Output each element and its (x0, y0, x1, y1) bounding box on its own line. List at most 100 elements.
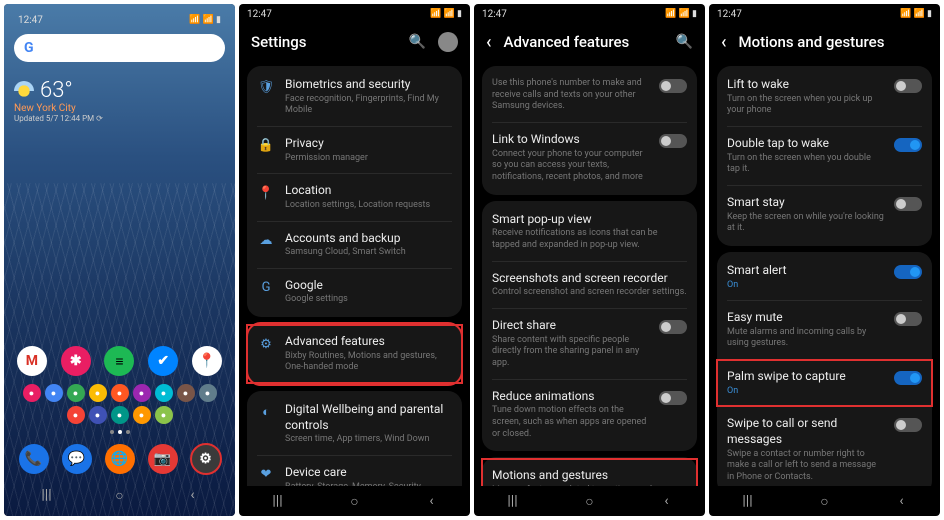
list-item[interactable]: Use this phone's number to make and rece… (482, 68, 697, 122)
toggle-switch[interactable] (894, 79, 922, 93)
row-title: Lift to wake (727, 77, 884, 93)
settings-app-icon[interactable]: ⚙ (191, 444, 221, 474)
dock-icon[interactable]: 💬 (62, 444, 92, 474)
list-item[interactable]: Double tap to wakeTurn on the screen whe… (717, 127, 932, 185)
app-icon[interactable]: ✔ (148, 346, 178, 376)
back-button[interactable]: ‹ (183, 487, 203, 503)
toggle-switch[interactable] (659, 79, 687, 93)
list-item[interactable]: Reduce animationsTune down motion effect… (482, 380, 697, 450)
toggle-switch[interactable] (659, 320, 687, 334)
app-icon[interactable]: ● (111, 406, 129, 424)
home-button[interactable]: ○ (580, 493, 600, 510)
row-icon: ◐ (257, 403, 275, 421)
nav-bar: ||| ○ ‹ (474, 486, 705, 516)
google-search-bar[interactable]: G (14, 34, 225, 62)
list-item[interactable]: 🛡Biometrics and securityFace recognition… (247, 68, 462, 126)
list-item[interactable]: Smart stayKeep the screen on while you'r… (717, 186, 932, 244)
dock-icon[interactable]: 🌐 (105, 444, 135, 474)
recents-button[interactable]: ||| (268, 493, 288, 509)
list-item[interactable]: Easy muteMute alarms and incoming calls … (717, 301, 932, 359)
row-title: Screenshots and screen recorder (492, 271, 687, 287)
app-icon[interactable]: ● (133, 384, 151, 402)
back-button[interactable]: ‹ (657, 493, 677, 509)
dock: 📞 💬 🌐 📷 ⚙ (10, 440, 229, 478)
app-icon[interactable]: ● (45, 384, 63, 402)
toggle-switch[interactable] (894, 418, 922, 432)
list-item[interactable]: 📍LocationLocation settings, Location req… (247, 174, 462, 220)
app-icon[interactable]: ● (67, 406, 85, 424)
home-button[interactable]: ○ (345, 493, 365, 510)
back-button[interactable]: ‹ (422, 493, 442, 509)
list-item[interactable]: Swipe to call or send messagesSwipe a co… (717, 407, 932, 486)
dock-icon[interactable]: 📷 (148, 444, 178, 474)
toggle-switch[interactable] (659, 391, 687, 405)
list-item[interactable]: ❤Device careBattery, Storage, Memory, Se… (247, 456, 462, 486)
search-icon[interactable]: 🔍 (676, 34, 693, 50)
toggle-switch[interactable] (894, 138, 922, 152)
app-icon[interactable]: ● (111, 384, 129, 402)
list-item[interactable]: Lift to wakeTurn on the screen when you … (717, 68, 932, 126)
toggle-switch[interactable] (894, 197, 922, 211)
row-icon: 🔒 (257, 137, 275, 155)
app-icon[interactable]: ● (23, 384, 41, 402)
app-icon[interactable]: ● (199, 384, 217, 402)
row-title: Reduce animations (492, 389, 649, 405)
list-item[interactable]: Smart pop-up viewReceive notifications a… (482, 203, 697, 261)
row-title: Privacy (285, 136, 452, 152)
app-icon[interactable]: ● (177, 384, 195, 402)
toggle-switch[interactable] (894, 265, 922, 279)
home-button[interactable]: ○ (110, 487, 130, 504)
home-screen: 12:47 📶 📶 ▮ G 63° New York City Updated … (4, 4, 235, 516)
app-icon[interactable]: ≡ (104, 346, 134, 376)
status-bar: 12:47 📶 📶 ▮ (10, 10, 229, 30)
advanced-list[interactable]: Use this phone's number to make and rece… (474, 60, 705, 486)
back-icon[interactable]: ‹ (486, 32, 492, 53)
settings-list[interactable]: 🛡Biometrics and securityFace recognition… (239, 60, 470, 486)
status-time: 12:47 (18, 15, 43, 26)
app-row: M ✱ ≡ ✔ 📍 (10, 346, 229, 376)
row-subtitle: Use this phone's number to make and rece… (492, 78, 649, 113)
app-folder[interactable]: ●●●●●●●●●●●●●● (10, 384, 229, 424)
settings-screen: 12:47 📶 📶 ▮ Settings 🔍 🛡Biometrics and s… (239, 4, 470, 516)
back-icon[interactable]: ‹ (721, 32, 727, 53)
search-icon[interactable]: 🔍 (409, 34, 426, 50)
app-icon[interactable]: ● (89, 384, 107, 402)
toggle-switch[interactable] (659, 134, 687, 148)
list-item[interactable]: Palm swipe to captureOn (717, 360, 932, 406)
app-icon[interactable]: 📍 (192, 346, 222, 376)
app-icon[interactable]: ● (89, 406, 107, 424)
recents-button[interactable]: ||| (37, 487, 57, 503)
advanced-header: ‹ Advanced features 🔍 (474, 24, 705, 60)
row-icon: G (257, 279, 275, 297)
recents-button[interactable]: ||| (503, 493, 523, 509)
back-button[interactable]: ‹ (892, 493, 912, 509)
profile-avatar[interactable] (438, 32, 458, 52)
list-item[interactable]: ⚙Advanced featuresBixby Routines, Motion… (247, 325, 462, 383)
list-item[interactable]: Smart alertOn (717, 254, 932, 300)
app-icon[interactable]: ● (155, 384, 173, 402)
weather-widget[interactable]: 63° New York City Updated 5/7 12:44 PM ⟳ (14, 78, 225, 123)
list-item[interactable]: Link to WindowsConnect your phone to you… (482, 123, 697, 193)
recents-button[interactable]: ||| (738, 493, 758, 509)
app-icon[interactable]: ● (67, 384, 85, 402)
toggle-switch[interactable] (894, 371, 922, 385)
motions-list[interactable]: Lift to wakeTurn on the screen when you … (709, 60, 940, 486)
list-item[interactable]: ◐Digital Wellbeing and parental controls… (247, 393, 462, 455)
list-item[interactable]: Screenshots and screen recorderControl s… (482, 262, 697, 308)
row-subtitle: Bixby Routines, Motions and gestures, On… (285, 351, 452, 374)
app-icon[interactable]: M (17, 346, 47, 376)
app-icon[interactable]: ● (133, 406, 151, 424)
list-item[interactable]: Direct shareShare content with specific … (482, 309, 697, 379)
list-item[interactable]: ☁Accounts and backupSamsung Cloud, Smart… (247, 222, 462, 268)
toggle-switch[interactable] (894, 312, 922, 326)
app-icon[interactable]: ✱ (61, 346, 91, 376)
row-subtitle: Face recognition, Fingerprints, Find My … (285, 94, 452, 117)
dock-icon[interactable]: 📞 (19, 444, 49, 474)
home-button[interactable]: ○ (815, 493, 835, 510)
app-icon[interactable]: ● (155, 406, 173, 424)
list-item[interactable]: 🔒PrivacyPermission manager (247, 127, 462, 173)
list-item[interactable]: Motions and gesturesManage features rela… (482, 459, 697, 486)
row-title: Biometrics and security (285, 77, 452, 93)
row-title: Motions and gestures (492, 468, 687, 484)
list-item[interactable]: GGoogleGoogle settings (247, 269, 462, 315)
